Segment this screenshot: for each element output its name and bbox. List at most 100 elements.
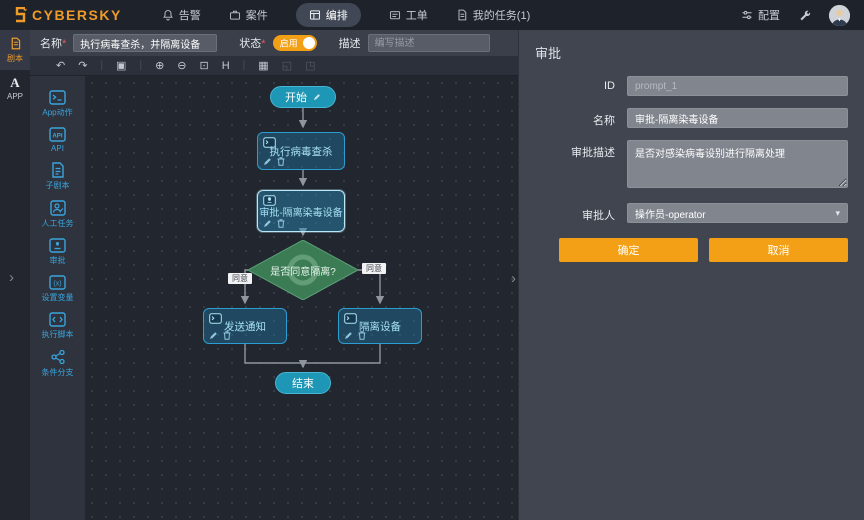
- person-icon: [49, 200, 66, 216]
- chevron-down-icon: ▾: [835, 207, 840, 218]
- delete-trash-icon[interactable]: [358, 331, 366, 340]
- svg-text:API: API: [52, 133, 63, 140]
- status-toggle[interactable]: 启用: [272, 35, 317, 51]
- branch-icon: [50, 349, 65, 365]
- nav-item-cases[interactable]: 案件: [229, 7, 268, 23]
- avatar-person-icon: [829, 4, 850, 26]
- flow-canvas[interactable]: 开始 执行病毒查杀 审批-隔离染毒设备 是否同意隔离? 同意 同意 发送通知 隔…: [85, 76, 518, 520]
- app-letter-icon: A: [10, 75, 20, 90]
- zoom-in-icon[interactable]: ⊕: [155, 57, 164, 75]
- undo-icon[interactable]: ↶: [56, 57, 65, 75]
- approver-label: 审批人: [582, 210, 615, 222]
- approver-select[interactable]: 操作员-operator ▾: [627, 203, 848, 223]
- flow-node-start[interactable]: 开始: [270, 86, 336, 108]
- auto-layout-icon[interactable]: H: [222, 57, 230, 75]
- edit-pencil-icon[interactable]: [263, 157, 272, 166]
- wrench-icon[interactable]: [798, 9, 811, 22]
- config-menu[interactable]: 配置: [741, 7, 780, 23]
- nav-item-alerts[interactable]: 告警: [162, 7, 201, 23]
- edge-label-agree-right[interactable]: 同意: [362, 263, 386, 274]
- palette-item-condition-branch[interactable]: 条件分支: [30, 345, 85, 383]
- brand-icon: [15, 7, 27, 23]
- flow-node-virus-scan[interactable]: 执行病毒查杀: [257, 132, 345, 170]
- id-label: ID: [604, 80, 615, 92]
- palette-item-manual-task[interactable]: 人工任务: [30, 196, 85, 234]
- palette-item-set-variable[interactable]: (x) 设置变量: [30, 271, 85, 308]
- flow-node-notify[interactable]: 发送通知: [203, 308, 287, 344]
- rail-item-app[interactable]: A APP: [0, 70, 30, 107]
- flow-node-end[interactable]: 结束: [275, 372, 331, 394]
- required-mark: *: [62, 38, 67, 50]
- node-id-input: [627, 76, 848, 96]
- name-label: 名称*: [40, 38, 67, 50]
- delete-trash-icon[interactable]: [277, 157, 285, 166]
- cancel-button[interactable]: 取消: [709, 238, 848, 262]
- brand-logo[interactable]: CYBERSKY: [14, 7, 122, 23]
- toolbar-divider: |: [100, 60, 104, 71]
- brand-name: CYBERSKY: [32, 7, 122, 23]
- flow-node-isolate[interactable]: 隔离设备: [338, 308, 422, 344]
- playbook-icon: [11, 37, 20, 50]
- redo-icon[interactable]: ↷: [78, 57, 87, 75]
- bell-icon: [162, 9, 173, 21]
- approval-desc-label: 审批描述: [571, 147, 615, 159]
- fullscreen-icon: ◳: [305, 59, 316, 72]
- expand-icon: ◱: [281, 59, 293, 72]
- flow-node-decision[interactable]: 是否同意隔离?: [248, 240, 358, 300]
- main-menu: 告警 案件 编排 工单 我的任务(1): [162, 3, 530, 27]
- toggle-knob: [302, 37, 315, 49]
- top-nav: CYBERSKY 告警 案件 编排 工单 我的任务(1) 配置: [0, 0, 864, 30]
- edit-pencil-icon[interactable]: [313, 93, 321, 101]
- code-icon: [49, 312, 66, 327]
- canvas-toolbar: ↶ ↷ | ▣ | ⊕ ⊖ ⊡ H | ▦ ◱ ◳: [30, 56, 518, 76]
- edge-label-agree-left[interactable]: 同意: [228, 273, 252, 284]
- flow-node-approval[interactable]: 审批-隔离染毒设备: [257, 190, 345, 232]
- edit-pencil-icon[interactable]: [263, 219, 272, 228]
- palette-item-run-script[interactable]: 执行脚本: [30, 308, 85, 345]
- playbook-description-input[interactable]: [367, 34, 490, 52]
- left-rail: 剧本 A APP ›: [0, 30, 30, 520]
- palette-item-api[interactable]: API API: [30, 123, 85, 158]
- node-name-label: 名称: [593, 115, 615, 127]
- user-avatar[interactable]: [829, 4, 850, 26]
- confirm-button[interactable]: 确定: [559, 238, 698, 262]
- fit-view-icon[interactable]: ⊡: [200, 57, 209, 75]
- description-label: 描述: [338, 38, 361, 50]
- nav-item-orchestrate[interactable]: 编排: [295, 3, 361, 27]
- snapshot-icon[interactable]: ▦: [258, 57, 268, 75]
- approver-selected-value: 操作员-operator: [635, 209, 706, 221]
- toolbar-divider: |: [242, 60, 246, 71]
- terminal-icon: [49, 90, 66, 105]
- ticket-icon: [389, 11, 400, 20]
- rail-item-playbook[interactable]: 剧本: [0, 30, 30, 70]
- edit-pencil-icon[interactable]: [344, 331, 353, 340]
- zoom-out-icon[interactable]: ⊖: [177, 57, 186, 75]
- api-icon: API: [49, 127, 66, 142]
- playbook-name-input[interactable]: [73, 34, 218, 52]
- required-mark: *: [261, 38, 266, 50]
- palette-item-approval[interactable]: 审批: [30, 234, 85, 271]
- canvas-collapse-chevron-icon[interactable]: ›: [511, 270, 516, 287]
- orchestrate-icon: [309, 10, 320, 20]
- svg-text:(x): (x): [53, 281, 61, 288]
- approval-properties-panel: 审批 ID 名称 审批描述 是否对感染病毒设别进行隔离处理 审批人 操作员-op…: [518, 30, 864, 520]
- status-toggle-label: 启用: [279, 38, 298, 49]
- delete-trash-icon[interactable]: [223, 331, 231, 340]
- clear-canvas-icon[interactable]: ▣: [116, 57, 126, 75]
- task-doc-icon: [458, 9, 467, 21]
- palette-item-app-action[interactable]: App动作: [30, 86, 85, 123]
- nav-item-my-tasks[interactable]: 我的任务(1): [456, 7, 530, 23]
- rail-collapse-chevron-icon[interactable]: ›: [9, 270, 14, 285]
- delete-trash-icon[interactable]: [277, 219, 285, 228]
- document-icon: [52, 162, 64, 178]
- variable-icon: (x): [49, 275, 66, 290]
- edit-pencil-icon[interactable]: [209, 331, 218, 340]
- node-palette: App动作 API API 子剧本 人工任务 审批 (x) 设置变量 执行脚本 …: [30, 76, 85, 520]
- panel-title: 审批: [535, 46, 562, 61]
- nav-item-tickets[interactable]: 工单: [389, 7, 428, 23]
- node-name-input[interactable]: [627, 108, 848, 128]
- palette-item-sub-playbook[interactable]: 子剧本: [30, 158, 85, 196]
- status-label: 状态*: [239, 38, 266, 50]
- briefcase-icon: [229, 10, 240, 20]
- approval-desc-textarea[interactable]: 是否对感染病毒设别进行隔离处理: [627, 140, 848, 188]
